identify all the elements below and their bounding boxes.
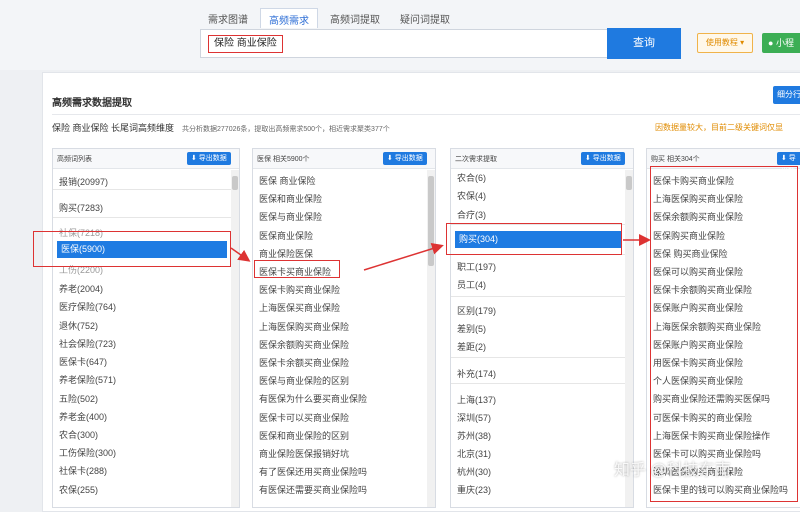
arrow-icon — [363, 242, 444, 271]
arrow-icon — [230, 247, 251, 262]
watermark: 知乎 @科技东南 — [614, 462, 731, 479]
annotation-arrows — [230, 234, 651, 271]
